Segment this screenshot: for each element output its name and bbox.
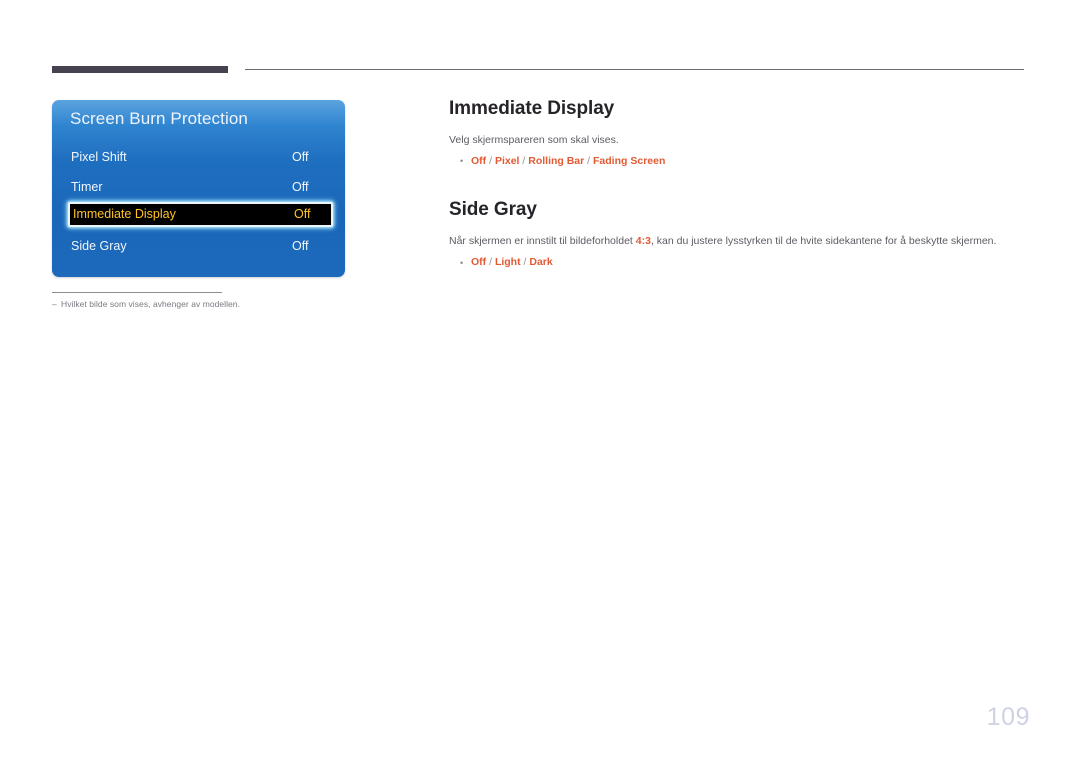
osd-menu-title: Screen Burn Protection xyxy=(70,109,248,128)
description-part-1: Når skjermen er innstilt til bildeforhol… xyxy=(449,235,636,248)
osd-menu-item-label: Pixel Shift xyxy=(71,149,127,164)
section-options-immediate-display: • Off / Pixel / Rolling Bar / Fading Scre… xyxy=(449,155,1029,167)
section-heading-immediate-display: Immediate Display xyxy=(449,98,615,119)
osd-menu-item-label: Immediate Display xyxy=(73,207,176,221)
option-value: Pixel xyxy=(494,155,520,168)
header-rule-thick xyxy=(52,66,228,73)
footnote: ‒ Hvilket bilde som vises, avhenger av mo… xyxy=(52,299,240,309)
section-description-immediate-display: Velg skjermspareren som skal vises. xyxy=(449,134,619,146)
osd-menu-item-immediate-display-selected[interactable]: Immediate Display Off xyxy=(68,202,333,227)
content-column: Immediate Display Velg skjermspareren so… xyxy=(449,98,1029,268)
option-value: Off xyxy=(471,155,487,168)
description-highlight-ratio: 4:3 xyxy=(635,235,651,248)
osd-menu-item-value: Off xyxy=(292,238,309,253)
osd-menu-item-side-gray[interactable]: Side Gray Off xyxy=(52,232,345,259)
footnote-text: Hvilket bilde som vises, avhenger av mod… xyxy=(61,299,240,309)
page-number: 109 xyxy=(986,703,1030,731)
osd-menu-item-label: Timer xyxy=(71,179,103,194)
osd-menu-item-value: Off xyxy=(292,179,309,194)
header-rule-thin xyxy=(245,69,1024,70)
option-value: Dark xyxy=(529,256,553,269)
footnote-dash: ‒ xyxy=(52,299,57,309)
footnote-divider xyxy=(52,292,222,293)
osd-menu-item-label: Side Gray xyxy=(71,238,127,253)
option-value: Fading Screen xyxy=(593,155,666,168)
bullet-icon: • xyxy=(460,156,464,167)
osd-menu-item-timer[interactable]: Timer Off xyxy=(52,173,345,200)
osd-menu-item-pixel-shift[interactable]: Pixel Shift Off xyxy=(52,143,345,170)
option-value: Off xyxy=(471,256,487,269)
section-heading-side-gray: Side Gray xyxy=(449,199,537,221)
osd-menu-item-value: Off xyxy=(292,149,309,164)
description-part-2: , kan du justere lysstyrken til de hvite… xyxy=(650,235,997,248)
option-value: Rolling Bar xyxy=(528,155,585,168)
bullet-icon: • xyxy=(460,257,464,268)
osd-menu-item-value: Off xyxy=(294,207,311,221)
osd-menu-panel: Screen Burn Protection Pixel Shift Off T… xyxy=(52,100,345,277)
section-description-side-gray: Når skjermen er innstilt til bildeforhol… xyxy=(449,234,1029,248)
option-value: Light xyxy=(494,256,521,269)
section-options-side-gray: • Off / Light / Dark xyxy=(449,256,1029,268)
